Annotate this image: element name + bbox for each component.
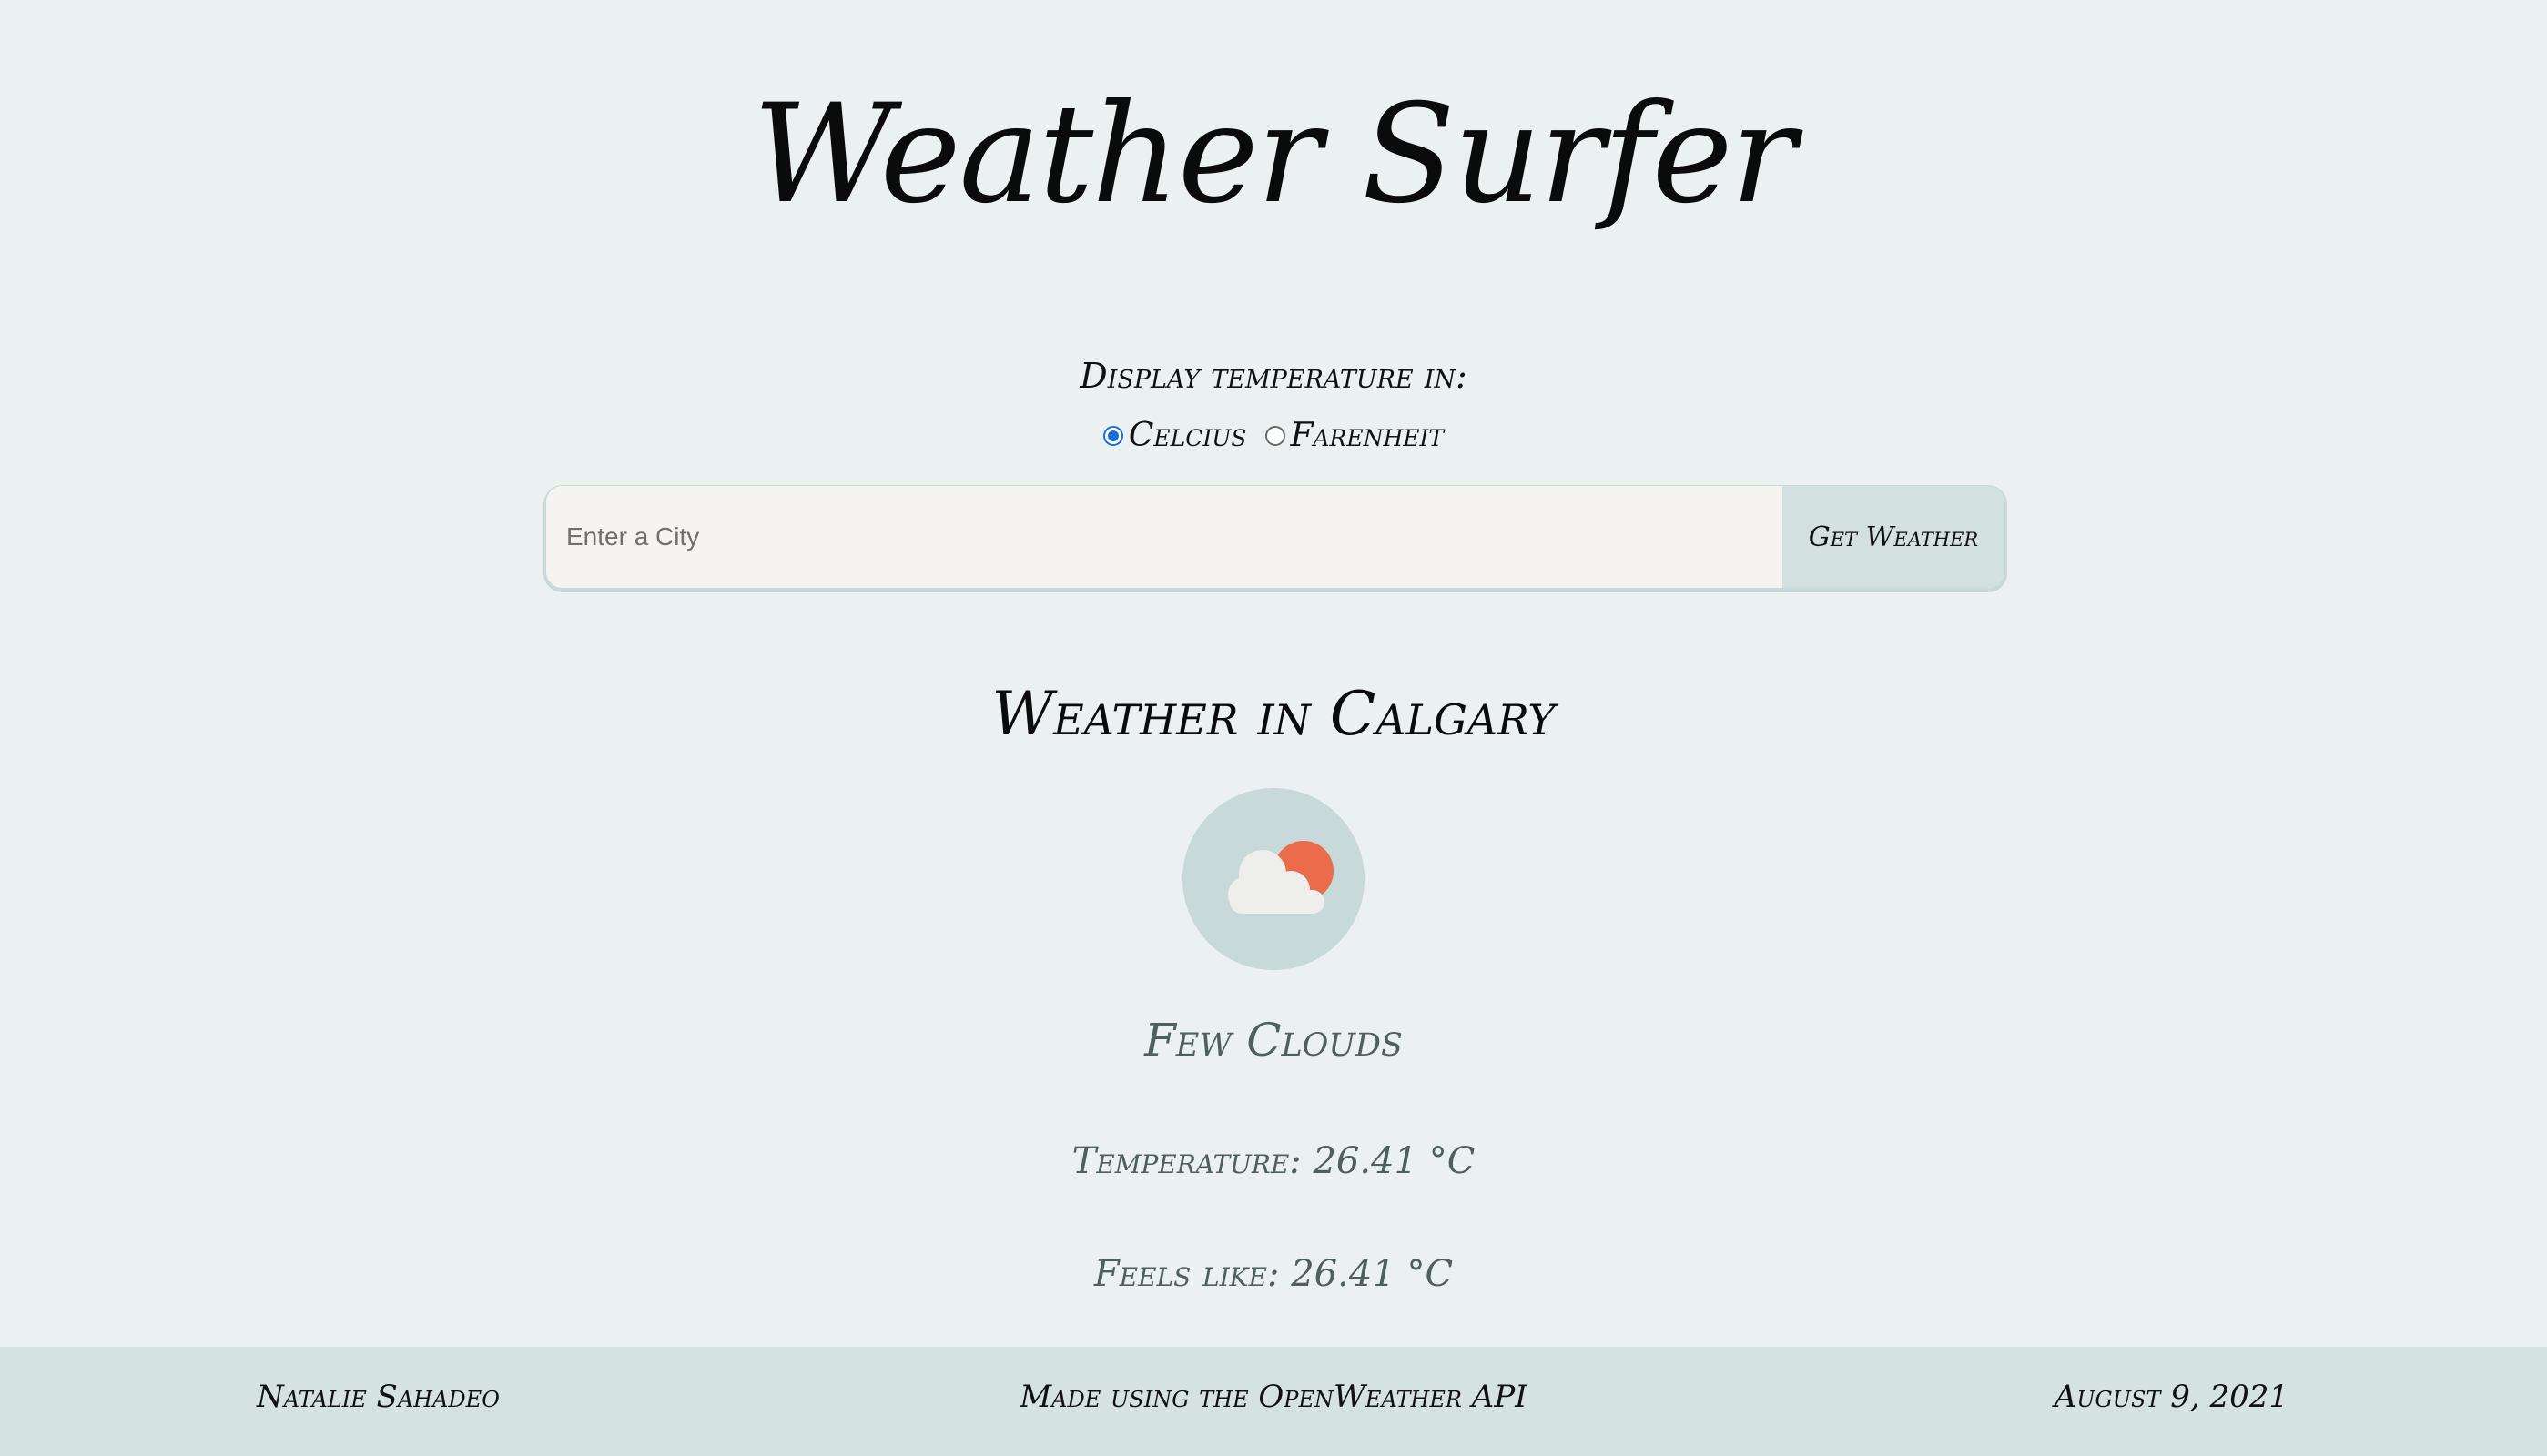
unit-prompt-label: Display temperature in: xyxy=(1080,356,1467,396)
few-clouds-icon xyxy=(1228,841,1334,914)
fahrenheit-label[interactable]: Farenheit xyxy=(1291,417,1445,454)
temperature-readout: Temperature: 26.41 °C xyxy=(1071,1140,1476,1182)
fahrenheit-option[interactable]: Farenheit xyxy=(1264,417,1445,454)
weather-heading: Weather in Calgary xyxy=(991,679,1556,749)
app-title: Weather Surfer xyxy=(752,76,1796,234)
fahrenheit-radio[interactable] xyxy=(1264,425,1285,446)
unit-options: Celcius Farenheit xyxy=(0,417,2547,454)
celsius-radio[interactable] xyxy=(1102,425,1123,446)
weather-description: Few Clouds xyxy=(1144,1014,1403,1067)
search-bar: Get Weather xyxy=(546,486,2004,588)
celsius-label[interactable]: Celcius xyxy=(1129,417,1247,454)
celsius-option[interactable]: Celcius xyxy=(1102,417,1247,454)
weather-icon-badge xyxy=(1182,788,1365,970)
footer-date: August 9, 2021 xyxy=(2054,1379,2288,1415)
feels-like-readout: Feels like: 26.41 °C xyxy=(1093,1253,1454,1295)
get-weather-button[interactable]: Get Weather xyxy=(1782,486,2004,588)
city-input[interactable] xyxy=(546,486,1782,588)
footer: Natalie Sahadeo Made using the OpenWeath… xyxy=(0,1347,2547,1456)
